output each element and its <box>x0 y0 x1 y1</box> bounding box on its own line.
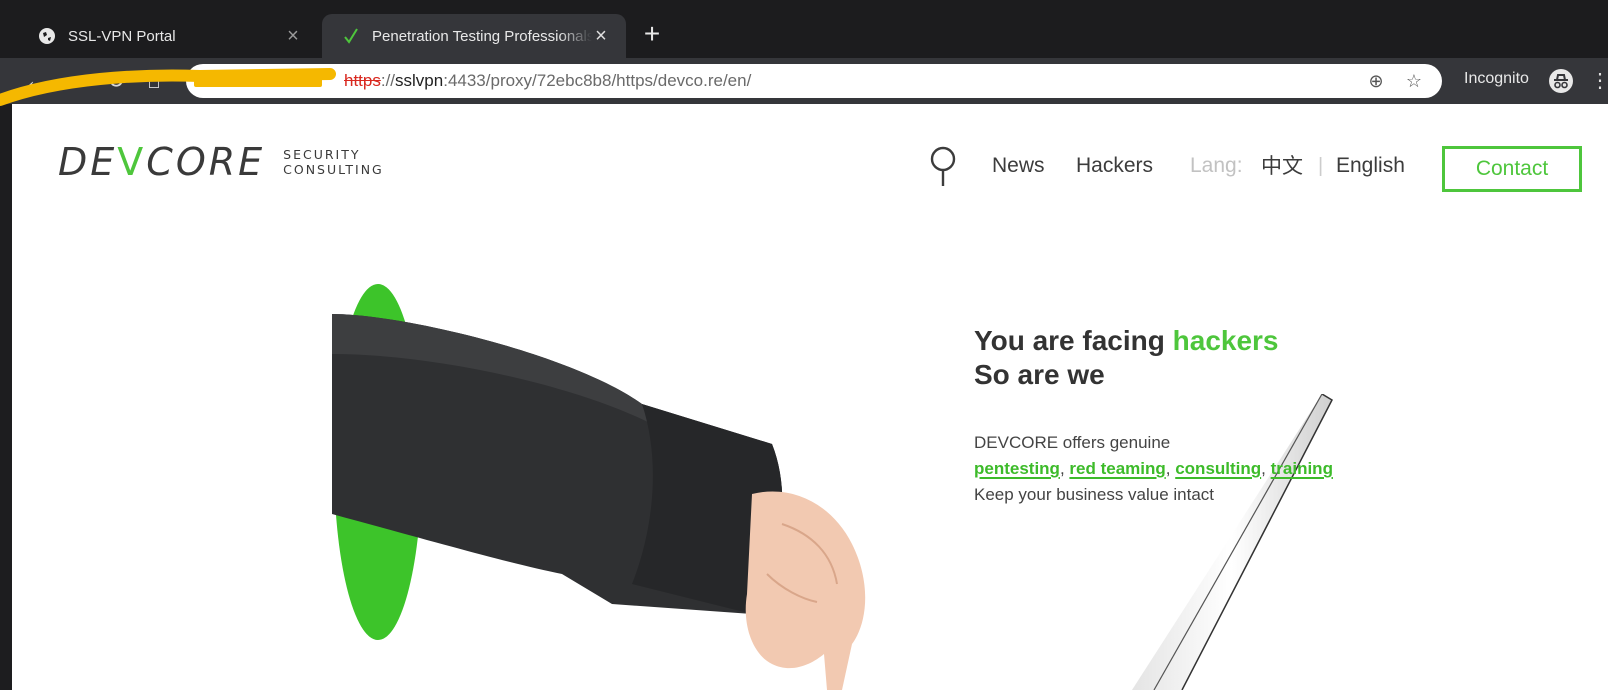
incognito-label: Incognito <box>1464 70 1529 87</box>
link-training[interactable]: training <box>1271 459 1333 478</box>
search-icon[interactable] <box>928 146 958 188</box>
link-consulting[interactable]: consulting <box>1175 459 1261 478</box>
close-icon[interactable]: × <box>284 26 302 46</box>
address-bar[interactable]: https://sslvpn:4433/proxy/72ebc8b8/https… <box>186 64 1442 98</box>
forward-icon[interactable]: → <box>64 69 88 93</box>
reload-icon[interactable]: ↻ <box>104 69 128 93</box>
lang-english[interactable]: English <box>1336 142 1405 190</box>
logo-subtitle: SECURITY CONSULTING <box>283 147 384 177</box>
lang-label: Lang: <box>1190 154 1243 177</box>
logo-wordmark: DEVCORE <box>58 140 266 184</box>
incognito-icon[interactable] <box>1548 68 1574 94</box>
url-text[interactable]: https://sslvpn:4433/proxy/72ebc8b8/https… <box>344 64 751 98</box>
nav-hackers[interactable]: Hackers <box>1076 142 1153 190</box>
link-pentesting[interactable]: pentesting <box>974 459 1060 478</box>
service-links: pentesting, red teaming, consulting, tra… <box>974 459 1333 478</box>
redaction-mark <box>194 75 322 87</box>
bookmark-star-icon[interactable]: ☆ <box>1402 69 1426 93</box>
lang-separator: | <box>1318 155 1324 177</box>
home-icon[interactable]: ⌂ <box>142 69 166 93</box>
devcore-check-icon <box>342 27 360 45</box>
hero-headline: You are facing hackers So are we <box>974 325 1279 390</box>
web-page: DEVCORE SECURITY CONSULTING News Hackers… <box>12 104 1608 690</box>
contact-button[interactable]: Contact <box>1442 146 1582 192</box>
tab-penetration-testing[interactable]: Penetration Testing Professionals × <box>322 14 626 58</box>
hero-description: DEVCORE offers genuine pentesting, red t… <box>974 433 1333 504</box>
zoom-icon[interactable]: ⊕ <box>1364 69 1388 93</box>
lang-chinese[interactable]: 中文 <box>1261 142 1303 190</box>
tab-strip: SSL-VPN Portal × Penetration Testing Pro… <box>0 0 1608 58</box>
link-red-teaming[interactable]: red teaming <box>1069 459 1165 478</box>
new-tab-button[interactable]: + <box>640 20 664 48</box>
hero-illustration <box>332 284 866 690</box>
tab-label: Penetration Testing Professionals <box>372 27 592 45</box>
nav-news[interactable]: News <box>992 142 1045 190</box>
tab-label: SSL-VPN Portal <box>68 27 176 45</box>
browser-toolbar: ← → ↻ ⌂ https://sslvpn:4433/proxy/72ebc8… <box>0 58 1608 104</box>
close-icon[interactable]: × <box>592 26 610 46</box>
devcore-logo[interactable]: DEVCORE SECURITY CONSULTING <box>58 140 384 184</box>
menu-icon[interactable]: ⋮ <box>1590 68 1608 94</box>
globe-icon <box>38 27 56 45</box>
tab-ssl-vpn-portal[interactable]: SSL-VPN Portal × <box>18 14 318 58</box>
back-icon[interactable]: ← <box>24 69 48 93</box>
